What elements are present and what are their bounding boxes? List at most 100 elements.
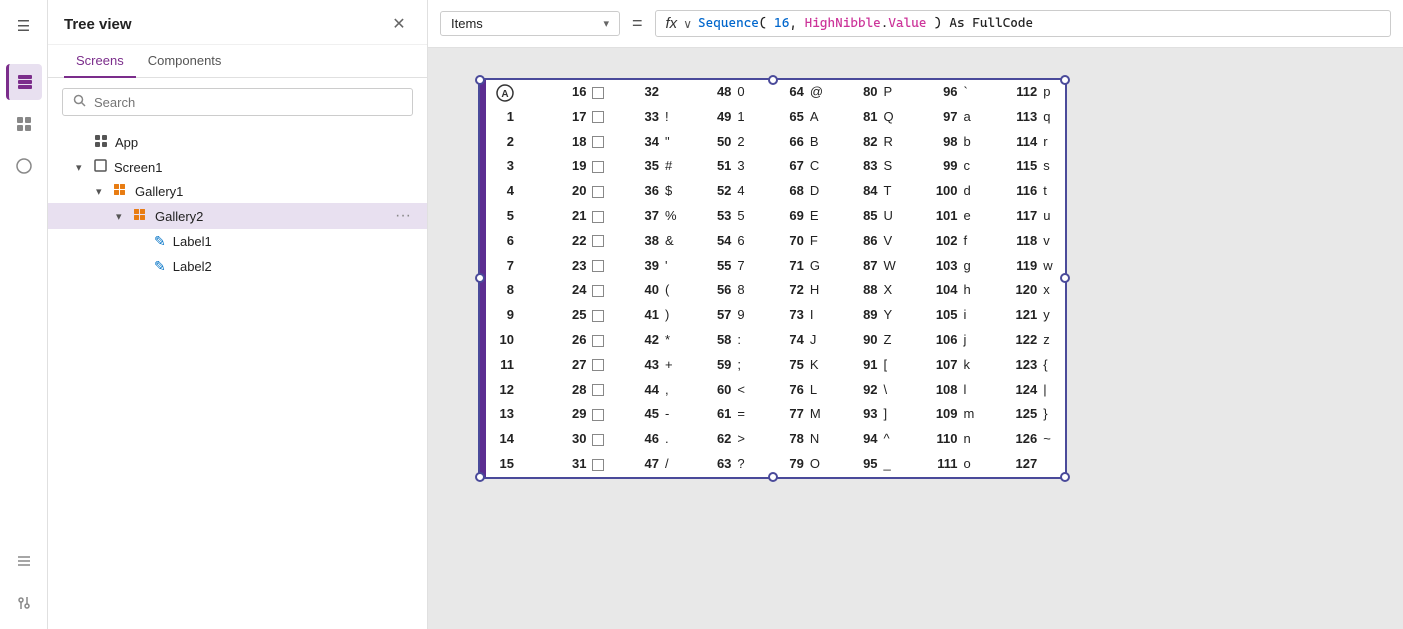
cell-separator (833, 452, 853, 477)
cell-num: 65 (779, 105, 807, 130)
cell-separator (614, 105, 634, 130)
table-row: 92541)57973I89Y105i121y (486, 303, 1065, 328)
cell-separator (906, 378, 926, 403)
cell-char: % (663, 204, 687, 229)
layers-icon[interactable] (6, 64, 42, 100)
handle-mid-right[interactable] (1060, 273, 1070, 283)
cell-char: ' (663, 254, 687, 279)
cell-separator (614, 427, 634, 452)
search-icon (73, 94, 86, 110)
cell-num: 71 (779, 254, 807, 279)
cell-num: 5 (486, 204, 518, 229)
cell-char (590, 105, 614, 130)
cell-separator (906, 254, 926, 279)
cell-num: 101 (926, 204, 962, 229)
cell-char (590, 154, 614, 179)
cell-char (590, 179, 614, 204)
handle-top-mid[interactable] (768, 75, 778, 85)
cell-char (590, 303, 614, 328)
handle-bot-right[interactable] (1060, 472, 1070, 482)
cell-num: 105 (926, 303, 962, 328)
data-icon[interactable] (6, 543, 42, 579)
cell-num: 55 (707, 254, 735, 279)
components-icon[interactable] (6, 106, 42, 142)
cell-num: 48 (707, 80, 735, 105)
cell-char: 4 (735, 179, 759, 204)
tree-item-gallery1[interactable]: ▾ Gallery1 (48, 179, 427, 203)
tree-close-button[interactable]: ✕ (387, 12, 411, 36)
cell-char: g (962, 254, 986, 279)
cell-num: 51 (707, 154, 735, 179)
cell-char (590, 229, 614, 254)
cell-char (518, 179, 542, 204)
cell-num: 120 (1006, 278, 1042, 303)
cell-num: 121 (1006, 303, 1042, 328)
cell-num: 95 (853, 452, 881, 477)
table-row: 11733!49165A81Q97a113q (486, 105, 1065, 130)
cell-separator (687, 353, 707, 378)
cell-num: 38 (634, 229, 662, 254)
cell-char: A (808, 105, 833, 130)
gallery-widget[interactable]: A1632 48064@80P96`112p11733!49165A81Q97a… (478, 78, 1067, 479)
cell-separator (986, 452, 1006, 477)
tree-item-app[interactable]: App (48, 130, 427, 155)
cell-char (590, 328, 614, 353)
cell-char: r (1041, 130, 1065, 155)
cell-char: - (663, 402, 687, 427)
cell-separator (759, 154, 779, 179)
handle-top-left[interactable] (475, 75, 485, 85)
hamburger-icon[interactable]: ☰ (6, 8, 42, 44)
cell-num: 70 (779, 229, 807, 254)
tree-item-gallery2[interactable]: ▾ Gallery2 ··· (48, 203, 427, 229)
cell-separator (906, 427, 926, 452)
tree-item-label2[interactable]: ✎ Label2 (48, 254, 427, 279)
cell-separator (687, 278, 707, 303)
screen1-chevron: ▾ (76, 161, 90, 174)
cell-char: y (1041, 303, 1065, 328)
cell-separator (906, 353, 926, 378)
cell-num: 20 (562, 179, 590, 204)
cell-separator (542, 402, 562, 427)
cell-separator (986, 80, 1006, 105)
cell-num: 30 (562, 427, 590, 452)
formula-bar[interactable]: fx ∨ Sequence( 16, HighNibble.Value ) As… (655, 10, 1391, 37)
controls-icon[interactable] (6, 585, 42, 621)
handle-bot-mid[interactable] (768, 472, 778, 482)
svg-text:A: A (501, 89, 508, 100)
cell-separator (614, 328, 634, 353)
cell-num: 23 (562, 254, 590, 279)
cell-num: 76 (779, 378, 807, 403)
items-dropdown[interactable]: Items ▾ (440, 11, 620, 36)
cell-separator (759, 427, 779, 452)
tree-item-screen1[interactable]: ▾ Screen1 (48, 155, 427, 179)
cell-num: 104 (926, 278, 962, 303)
cell-num: 45 (634, 402, 662, 427)
handle-bot-left[interactable] (475, 472, 485, 482)
gallery2-more-button[interactable]: ··· (391, 207, 415, 225)
cell-num: 115 (1006, 154, 1042, 179)
tree-item-label1[interactable]: ✎ Label1 (48, 229, 427, 254)
cell-char: K (808, 353, 833, 378)
cell-char: j (962, 328, 986, 353)
search-input[interactable] (94, 95, 402, 110)
cell-num: 29 (562, 402, 590, 427)
cell-char (590, 353, 614, 378)
cell-separator (833, 229, 853, 254)
cell-separator (759, 130, 779, 155)
tab-screens[interactable]: Screens (64, 45, 136, 78)
cell-separator (833, 303, 853, 328)
cell-num: 83 (853, 154, 881, 179)
cell-separator (906, 154, 926, 179)
cell-separator (986, 154, 1006, 179)
table-row: 112743+59;75K91[107k123{ (486, 353, 1065, 378)
cell-num: 99 (926, 154, 962, 179)
cell-char: ] (882, 402, 906, 427)
cell-separator (906, 105, 926, 130)
tab-components[interactable]: Components (136, 45, 234, 78)
cell-char: { (1041, 353, 1065, 378)
media-icon[interactable] (6, 148, 42, 184)
cell-separator (614, 303, 634, 328)
cell-num: 119 (1006, 254, 1042, 279)
cell-num: 125 (1006, 402, 1042, 427)
handle-top-right[interactable] (1060, 75, 1070, 85)
